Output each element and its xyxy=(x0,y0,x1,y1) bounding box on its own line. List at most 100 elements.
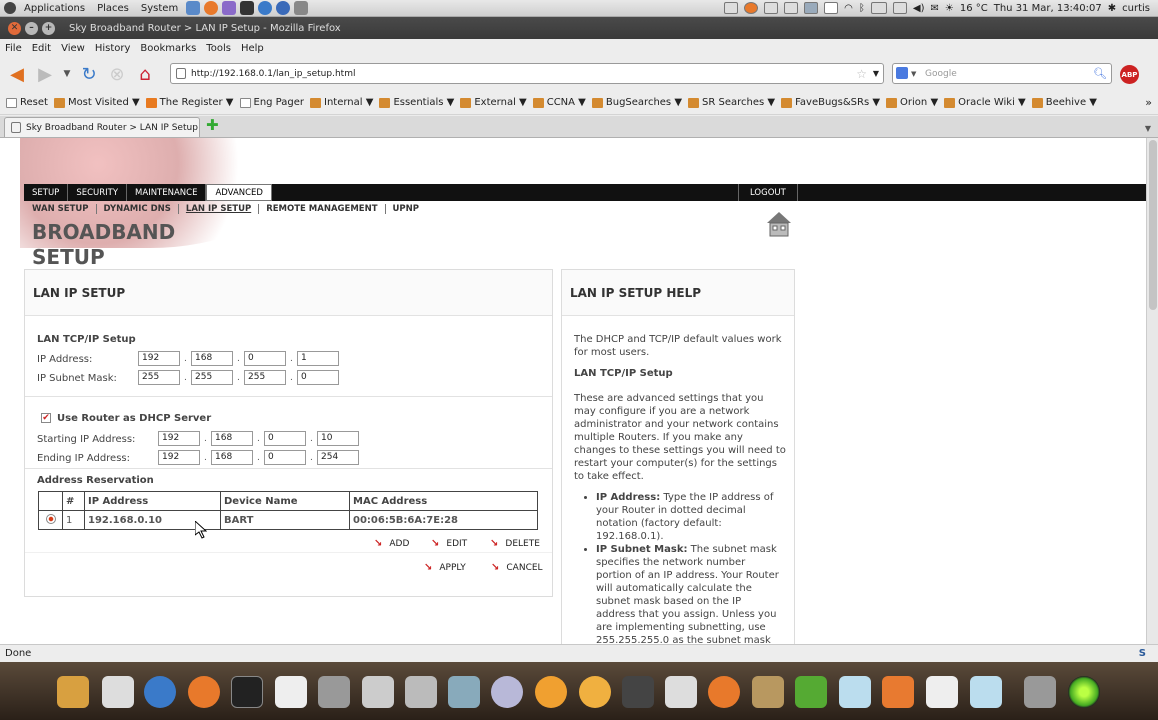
firefox-launcher-icon[interactable] xyxy=(204,1,219,15)
bookmark-essentials[interactable]: Essentials ▼ xyxy=(379,97,454,108)
drive-icon[interactable] xyxy=(362,676,394,708)
battery-icon[interactable] xyxy=(870,2,887,14)
notes-tray-icon[interactable] xyxy=(724,2,739,14)
ip-octet-4-input[interactable]: 1 xyxy=(297,351,339,366)
bookmark-internal[interactable]: Internal ▼ xyxy=(310,97,373,108)
adblock-plus-icon[interactable]: ABP xyxy=(1120,65,1139,84)
media-player-icon[interactable] xyxy=(535,676,567,708)
menu-help[interactable]: Help xyxy=(236,43,269,54)
bookmark-sr-searches[interactable]: SR Searches ▼ xyxy=(688,97,775,108)
close-window-button[interactable]: ✕ xyxy=(8,21,21,35)
url-text[interactable]: http://192.168.0.1/lan_ip_setup.html xyxy=(191,69,355,79)
start-octet-4-input[interactable]: 10 xyxy=(317,431,359,446)
nav-advanced[interactable]: ADVANCED xyxy=(206,184,272,201)
bookmark-the-register[interactable]: The Register ▼ xyxy=(145,97,234,108)
url-dropdown-icon[interactable]: ▼ xyxy=(873,69,879,78)
bookmark-most-visited[interactable]: Most Visited ▼ xyxy=(53,97,140,108)
box-icon[interactable] xyxy=(839,676,871,708)
ubuntu-logo-icon[interactable] xyxy=(4,2,16,14)
ip-octet-1-input[interactable]: 192 xyxy=(138,351,180,366)
bookmark-reset[interactable]: Reset xyxy=(6,97,48,108)
browser-e-icon[interactable] xyxy=(926,676,958,708)
bookmark-orion[interactable]: Orion ▼ xyxy=(886,97,938,108)
minimize-window-button[interactable]: – xyxy=(25,21,38,35)
new-tab-icon[interactable]: ✚ xyxy=(206,116,219,134)
row-radio-button[interactable] xyxy=(45,513,56,524)
page-tray-icon[interactable] xyxy=(824,2,839,14)
text-editor-icon[interactable] xyxy=(275,676,307,708)
network-icon[interactable] xyxy=(102,676,134,708)
google-engine-icon[interactable] xyxy=(896,67,908,79)
scanner-icon[interactable] xyxy=(665,676,697,708)
engine-dropdown-icon[interactable]: ▼ xyxy=(911,70,916,78)
stop-button-icon[interactable]: ⊗ xyxy=(106,63,128,85)
window-tray-icon[interactable] xyxy=(764,2,779,14)
media-center-icon[interactable] xyxy=(579,676,611,708)
subnav-upnp[interactable]: UPNP xyxy=(386,204,426,214)
add-button[interactable]: ↘ ADD xyxy=(374,538,409,549)
mask-octet-1-input[interactable]: 255 xyxy=(138,370,180,385)
display-icon[interactable] xyxy=(892,2,907,14)
ip-octet-2-input[interactable]: 168 xyxy=(191,351,233,366)
spiral-icon[interactable] xyxy=(708,676,740,708)
terminal-launcher-icon[interactable] xyxy=(240,1,255,15)
applications-menu[interactable]: Applications xyxy=(18,3,91,14)
scrollbar-thumb[interactable] xyxy=(1149,140,1157,310)
subnav-lan-ip-setup[interactable]: LAN IP SETUP xyxy=(179,204,260,214)
tab-list-icon[interactable]: ▼ xyxy=(1145,124,1151,133)
ip-octet-3-input[interactable]: 0 xyxy=(244,351,286,366)
anchor-icon[interactable] xyxy=(57,676,89,708)
places-menu[interactable]: Places xyxy=(91,3,135,14)
mail-icon[interactable]: ✉ xyxy=(930,3,938,14)
temperature[interactable]: 16 °C xyxy=(960,3,988,14)
page-identity-icon[interactable] xyxy=(176,68,186,79)
paint-icon[interactable] xyxy=(795,676,827,708)
back-button-icon[interactable]: ◀ xyxy=(6,63,28,85)
menu-view[interactable]: View xyxy=(56,43,90,54)
maximize-window-button[interactable]: + xyxy=(42,21,55,35)
browser-launcher-icon[interactable] xyxy=(258,1,273,15)
start-octet-1-input[interactable]: 192 xyxy=(158,431,200,446)
calculator-icon[interactable] xyxy=(318,676,350,708)
firefox-tray-icon[interactable] xyxy=(744,2,759,14)
bookmark-favebugs[interactable]: FaveBugs&SRs ▼ xyxy=(781,97,880,108)
apply-button[interactable]: ↘ APPLY xyxy=(424,562,466,573)
row-select-cell[interactable] xyxy=(38,510,63,530)
delete-button[interactable]: ↘ DELETE xyxy=(490,538,540,549)
end-octet-2-input[interactable]: 168 xyxy=(211,450,253,465)
thunderbird-icon[interactable] xyxy=(144,676,176,708)
bookmarks-overflow-icon[interactable]: » xyxy=(1145,96,1152,109)
clock[interactable]: Thu 31 Mar, 13:40:07 xyxy=(994,3,1102,14)
reload-button-icon[interactable]: ↻ xyxy=(78,63,100,85)
nav-setup[interactable]: SETUP xyxy=(24,184,69,201)
cancel-button[interactable]: ↘ CANCEL xyxy=(491,562,543,573)
volume-icon[interactable]: ◀) xyxy=(913,3,925,14)
dhcp-server-checkbox[interactable]: ✔ xyxy=(41,413,51,423)
bookmark-oracle-wiki[interactable]: Oracle Wiki ▼ xyxy=(944,97,1026,108)
forward-button-icon[interactable]: ▶ xyxy=(34,63,56,85)
bookmark-bugsearches[interactable]: BugSearches ▼ xyxy=(591,97,682,108)
pidgin-launcher-icon[interactable] xyxy=(222,1,237,15)
search-placeholder[interactable]: Google xyxy=(925,69,957,79)
system-menu[interactable]: System xyxy=(135,3,184,14)
menu-tools[interactable]: Tools xyxy=(201,43,236,54)
bookmark-external[interactable]: External ▼ xyxy=(460,97,527,108)
bookmark-beehive[interactable]: Beehive ▼ xyxy=(1031,97,1097,108)
url-bar[interactable]: http://192.168.0.1/lan_ip_setup.html ☆ ▼ xyxy=(170,63,884,84)
power-icon[interactable] xyxy=(1068,676,1100,708)
search-bar[interactable]: ▼ Google 🔍︎ xyxy=(892,63,1112,84)
bookmark-eng-pager[interactable]: Eng Pager xyxy=(239,97,304,108)
image-viewer-icon[interactable] xyxy=(448,676,480,708)
workspace-tray-icon[interactable] xyxy=(804,2,819,14)
video-editor-icon[interactable] xyxy=(622,676,654,708)
mask-octet-3-input[interactable]: 255 xyxy=(244,370,286,385)
menu-file[interactable]: File xyxy=(0,43,27,54)
help-launcher-icon[interactable] xyxy=(276,1,291,15)
mask-octet-2-input[interactable]: 255 xyxy=(191,370,233,385)
bookmark-star-icon[interactable]: ☆ xyxy=(856,67,867,81)
nav-maintenance[interactable]: MAINTENANCE xyxy=(127,184,207,201)
vertical-scrollbar[interactable] xyxy=(1146,138,1158,644)
bluetooth-icon[interactable]: ᛒ xyxy=(859,3,865,14)
package-icon[interactable] xyxy=(752,676,784,708)
nav-security[interactable]: SECURITY xyxy=(68,184,128,201)
